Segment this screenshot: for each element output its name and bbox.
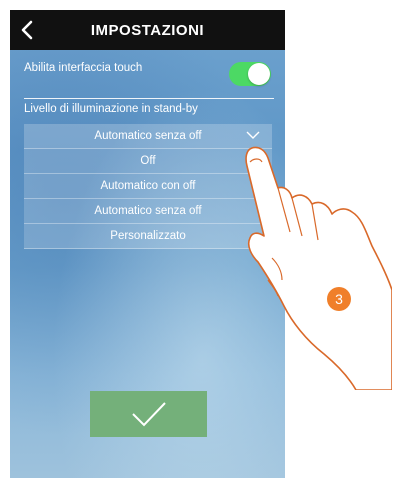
touch-toggle[interactable] (229, 62, 271, 86)
pointing-hand-illustration (245, 146, 392, 390)
touch-setting-label: Abilita interfaccia touch (24, 62, 143, 74)
divider (24, 98, 274, 99)
header-bar: IMPOSTAZIONI (10, 10, 285, 50)
touch-setting-row: Abilita interfaccia touch (24, 62, 274, 102)
page-title: IMPOSTAZIONI (90, 21, 205, 39)
standby-label: Livello di illuminazione in stand-by (24, 103, 198, 115)
chevron-left-icon (21, 20, 33, 40)
dropdown-selected-value: Automatico senza off (94, 130, 202, 142)
back-button[interactable] (16, 18, 38, 42)
toggle-knob (248, 63, 270, 85)
step-badge: 3 (327, 287, 351, 311)
confirm-button[interactable] (90, 391, 207, 437)
checkmark-icon (131, 402, 166, 427)
